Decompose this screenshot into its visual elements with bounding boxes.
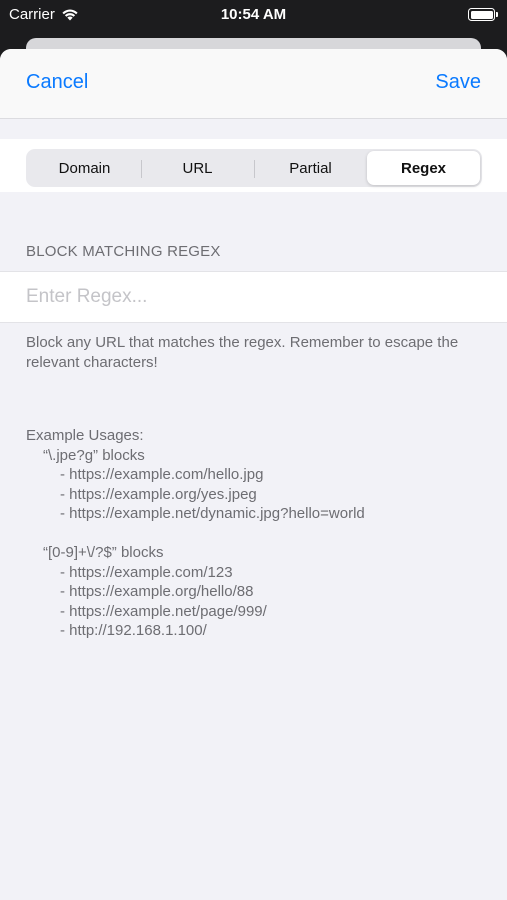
example-url: - https://example.org/hello/88 <box>60 583 254 600</box>
modal-sheet: Cancel Save Domain URL Partial Regex BLO… <box>0 49 507 900</box>
example-url: - https://example.com/hello.jpg <box>60 466 264 483</box>
section-description: Block any URL that matches the regex. Re… <box>26 334 459 371</box>
cancel-button[interactable]: Cancel <box>26 71 88 94</box>
battery-icon <box>468 8 498 21</box>
example-pattern: “[0-9]+\/?$” blocks <box>43 544 164 561</box>
status-bar: Carrier 10:54 AM <box>0 0 507 30</box>
example-url: - http://192.168.1.100/ <box>60 622 207 639</box>
status-time: 10:54 AM <box>220 6 287 23</box>
block-type-segmented-control: Domain URL Partial Regex <box>26 149 482 187</box>
segment-domain[interactable]: Domain <box>28 151 141 185</box>
example-url: - https://example.com/123 <box>60 563 233 581</box>
segment-container: Domain URL Partial Regex <box>0 139 507 192</box>
save-button[interactable]: Save <box>435 71 481 94</box>
regex-input[interactable] <box>26 272 481 322</box>
example-url: - https://example.net/dynamic.jpg?hello=… <box>60 505 365 522</box>
navigation-bar: Cancel Save <box>0 49 507 119</box>
regex-input-row <box>0 271 507 323</box>
segment-regex[interactable]: Regex <box>367 151 480 185</box>
examples-title: Example Usages: <box>26 427 144 444</box>
example-usages: Example Usages: “\.jpe?g” blocks - https… <box>26 426 486 641</box>
segment-url[interactable]: URL <box>141 151 254 185</box>
section-header: BLOCK MATCHING REGEX <box>26 243 221 260</box>
example-url: - https://example.org/yes.jpeg <box>60 485 257 503</box>
example-url: - https://example.net/page/999/ <box>60 602 267 620</box>
example-pattern: “\.jpe?g” blocks <box>43 446 145 464</box>
segment-partial[interactable]: Partial <box>254 151 367 185</box>
